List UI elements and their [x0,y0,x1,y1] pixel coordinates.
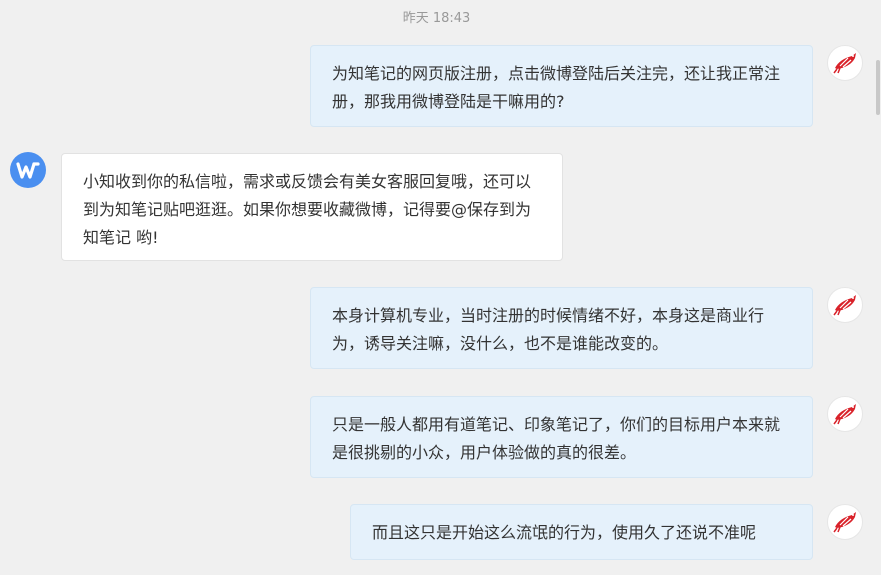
red-bird-avatar-icon [833,512,856,533]
wiz-logo-icon [16,162,40,179]
user-avatar[interactable] [827,396,863,432]
bot-avatar[interactable] [10,152,46,188]
message-bubble-outgoing[interactable]: 而且这只是开始这么流氓的行为，使用久了还说不准呢 [350,504,813,560]
message-bubble-incoming[interactable]: 小知收到你的私信啦，需求或反馈会有美女客服回复哦，还可以到为知笔记贴吧逛逛。如果… [61,153,563,261]
user-avatar[interactable] [827,504,863,540]
vertical-scrollbar[interactable] [873,0,881,575]
message-bubble-outgoing[interactable]: 为知笔记的网页版注册，点击微博登陆后关注完，还让我正常注册，那我用微博登陆是干嘛… [310,45,813,127]
chat-panel: 昨天 18:43 为知笔记的网页版注册，点击微博登陆后关注完，还让我正常注册，那… [0,0,881,575]
message-bubble-outgoing[interactable]: 只是一般人都用有道笔记、印象笔记了，你们的目标用户本来就是很挑剔的小众，用户体验… [310,396,813,478]
user-avatar[interactable] [827,287,863,323]
message-timestamp: 昨天 18:43 [402,11,471,26]
red-bird-avatar-icon [833,404,856,425]
red-bird-avatar-icon [833,295,856,316]
scrollbar-thumb[interactable] [876,60,880,115]
user-avatar[interactable] [827,45,863,81]
red-bird-avatar-icon [833,53,856,74]
message-bubble-outgoing[interactable]: 本身计算机专业，当时注册的时候情绪不好，本身这是商业行为，诱导关注嘛，没什么，也… [310,287,813,369]
